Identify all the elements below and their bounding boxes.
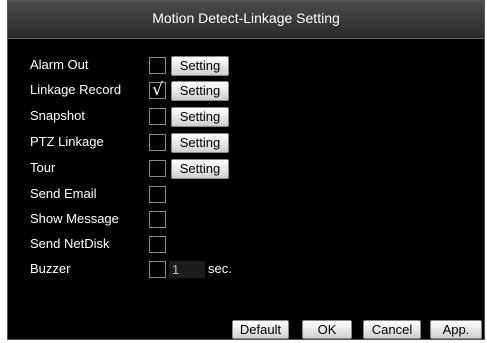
title-bar: Motion Detect-Linkage Setting xyxy=(8,1,484,39)
row-tour: Tour Setting xyxy=(8,158,484,180)
row-snapshot: Snapshot Setting xyxy=(8,106,484,128)
send-netdisk-label: Send NetDisk xyxy=(30,236,110,251)
buzzer-checkbox[interactable] xyxy=(149,261,166,278)
cancel-button[interactable]: Cancel xyxy=(363,320,421,339)
ptz-linkage-checkbox[interactable] xyxy=(149,134,166,151)
alarm-out-setting-button[interactable]: Setting xyxy=(171,56,229,76)
default-button[interactable]: Default xyxy=(232,320,289,339)
buzzer-duration-input[interactable] xyxy=(169,261,205,278)
show-message-label: Show Message xyxy=(30,211,119,226)
row-linkage-record: Linkage Record √ Setting xyxy=(8,80,484,102)
send-email-label: Send Email xyxy=(30,186,97,201)
linkage-record-setting-button[interactable]: Setting xyxy=(171,81,229,101)
snapshot-checkbox[interactable] xyxy=(149,108,166,125)
tour-setting-button[interactable]: Setting xyxy=(171,159,229,179)
snapshot-label: Snapshot xyxy=(30,108,85,123)
send-netdisk-checkbox[interactable] xyxy=(149,236,166,253)
linkage-setting-dialog: Motion Detect-Linkage Setting Alarm Out … xyxy=(7,0,485,340)
buzzer-unit-label: sec. xyxy=(208,261,232,276)
ptz-linkage-label: PTZ Linkage xyxy=(30,134,104,149)
linkage-record-label: Linkage Record xyxy=(30,82,122,97)
alarm-out-label: Alarm Out xyxy=(30,57,89,72)
apply-button[interactable]: App. xyxy=(430,320,482,339)
linkage-record-checkbox[interactable]: √ xyxy=(149,80,166,100)
ptz-linkage-setting-button[interactable]: Setting xyxy=(171,133,229,153)
row-send-email: Send Email xyxy=(8,184,484,206)
check-mark-icon: √ xyxy=(152,80,163,100)
tour-checkbox[interactable] xyxy=(149,160,166,177)
ok-button[interactable]: OK xyxy=(302,320,352,339)
row-buzzer: Buzzer sec. xyxy=(8,259,484,281)
buzzer-label: Buzzer xyxy=(30,261,71,276)
row-alarm-out: Alarm Out Setting xyxy=(8,55,484,77)
row-send-netdisk: Send NetDisk xyxy=(8,234,484,256)
alarm-out-checkbox[interactable] xyxy=(149,57,166,74)
send-email-checkbox[interactable] xyxy=(149,186,166,203)
snapshot-setting-button[interactable]: Setting xyxy=(171,107,229,127)
show-message-checkbox[interactable] xyxy=(149,211,166,228)
dialog-title: Motion Detect-Linkage Setting xyxy=(152,10,340,26)
row-ptz-linkage: PTZ Linkage Setting xyxy=(8,132,484,154)
tour-label: Tour xyxy=(30,160,56,175)
row-show-message: Show Message xyxy=(8,209,484,231)
